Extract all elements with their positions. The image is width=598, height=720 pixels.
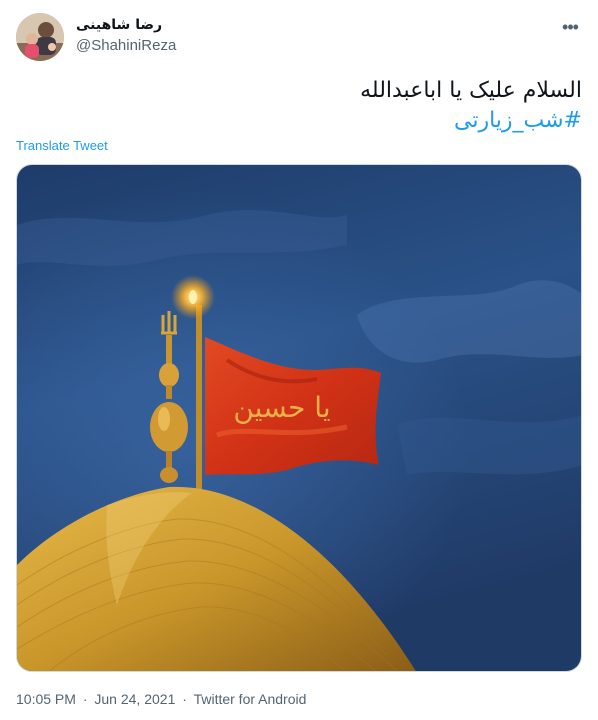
hashtag-link[interactable]: #شب_زیارتی <box>22 106 582 136</box>
meta-separator: · <box>182 691 187 707</box>
more-horizontal-icon: ••• <box>562 17 579 37</box>
tweet-source[interactable]: Twitter for Android <box>194 691 307 707</box>
avatar[interactable] <box>16 13 64 61</box>
flag-text: یا حسین <box>233 391 330 424</box>
tweet-time[interactable]: 10:05 PM <box>16 691 76 707</box>
tweet-date[interactable]: Jun 24, 2021 <box>94 691 175 707</box>
tweet-meta: 10:05 PM · Jun 24, 2021 · Twitter for An… <box>16 691 306 707</box>
tweet-text-line: السلام علیک یا اباعبدالله <box>360 78 582 103</box>
translate-tweet-link[interactable]: Translate Tweet <box>16 138 108 153</box>
tweet-text: السلام علیک یا اباعبدالله #شب_زیارتی <box>22 76 582 136</box>
more-options-button[interactable]: ••• <box>558 17 582 37</box>
user-info[interactable]: رضا شاهینی @ShahiniReza <box>76 16 176 56</box>
display-name[interactable]: رضا شاهینی <box>76 16 176 35</box>
tweet-image[interactable]: یا حسین <box>16 164 582 672</box>
user-handle[interactable]: @ShahiniReza <box>76 36 176 56</box>
tweet-header: رضا شاهینی @ShahiniReza ••• <box>16 13 582 61</box>
meta-separator: · <box>82 691 88 707</box>
tweet-card: رضا شاهینی @ShahiniReza ••• السلام علیک … <box>0 0 598 720</box>
